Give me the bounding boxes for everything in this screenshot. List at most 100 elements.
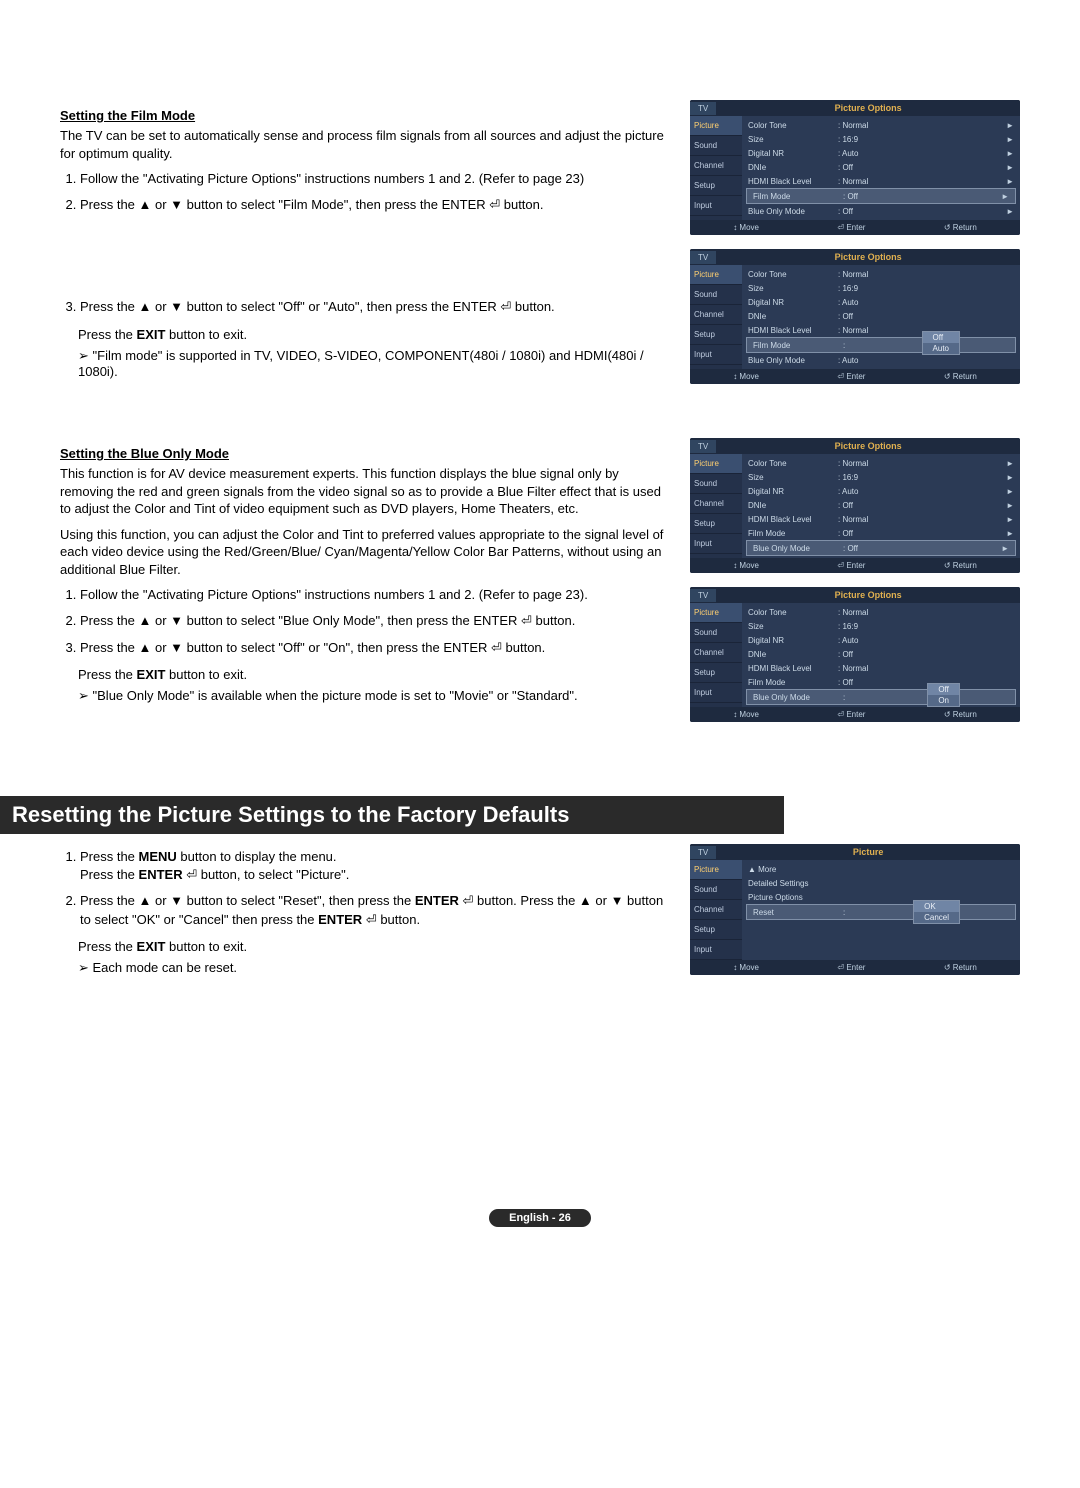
osd-row-value: : Normal (838, 121, 1004, 130)
osd-side-item[interactable]: Picture (690, 860, 742, 880)
osd-side-item[interactable]: Input (690, 940, 742, 960)
osd-row-label: Film Mode (748, 529, 838, 538)
osd-footer-enter: ⏎ Enter (837, 372, 865, 381)
osd-side-item[interactable]: Input (690, 534, 742, 554)
exit-note: Press the EXIT button to exit. (78, 939, 670, 954)
osd-row-value: : 16:9 (838, 622, 1014, 631)
osd-footer-move: ↕ Move (733, 372, 759, 381)
chevron-right-icon: ► (999, 192, 1009, 201)
step-item: Press the ▲ or ▼ button to select "Off" … (80, 298, 670, 316)
intro-text: Using this function, you can adjust the … (60, 526, 670, 579)
osd-row-value: : Off (838, 163, 1004, 172)
osd-side-item[interactable]: Sound (690, 880, 742, 900)
osd-row-value: : Normal (838, 664, 1014, 673)
chevron-right-icon: ► (1004, 501, 1014, 510)
osd-side-item[interactable]: Input (690, 196, 742, 216)
osd-footer-move: ↕ Move (733, 963, 759, 972)
chevron-right-icon: ► (999, 544, 1009, 553)
section-title-film-mode: Setting the Film Mode (60, 108, 670, 123)
osd-row-label: DNIe (748, 312, 838, 321)
osd-side-item[interactable]: Channel (690, 900, 742, 920)
chevron-right-icon: ► (1004, 459, 1014, 468)
osd-side-item[interactable]: Sound (690, 623, 742, 643)
osd-row-label: Color Tone (748, 121, 838, 130)
osd-side-item[interactable]: Picture (690, 265, 742, 285)
heading-reset-defaults: Resetting the Picture Settings to the Fa… (0, 796, 784, 834)
osd-row-label: Film Mode (753, 192, 843, 201)
step-item: Press the ▲ or ▼ button to select "Film … (80, 196, 670, 214)
osd-row-selected[interactable]: Film Mode: Off► (746, 188, 1016, 204)
dropdown-option[interactable]: On (928, 695, 959, 706)
osd-side-item[interactable]: Setup (690, 325, 742, 345)
osd-side-item[interactable]: Sound (690, 474, 742, 494)
osd-row-value: : Off (838, 501, 1004, 510)
osd-side-item[interactable]: Setup (690, 920, 742, 940)
osd-footer-enter: ⏎ Enter (837, 223, 865, 232)
osd-side-item[interactable]: Input (690, 683, 742, 703)
osd-side-item[interactable]: Picture (690, 116, 742, 136)
osd-dropdown[interactable]: OK Cancel (913, 900, 960, 924)
steps-list: Follow the "Activating Picture Options" … (60, 170, 670, 214)
osd-row-label: Film Mode (748, 678, 838, 687)
osd-row-value: : Auto (838, 298, 1014, 307)
osd-panel-reset: TV Picture Picture Sound Channel Setup I… (690, 844, 1020, 975)
osd-row-label: Picture Options (748, 893, 838, 902)
osd-side-item[interactable]: Channel (690, 156, 742, 176)
step-item: Follow the "Activating Picture Options" … (80, 170, 670, 188)
osd-footer-return: ↺ Return (944, 963, 977, 972)
osd-row-value: : Auto (838, 356, 1014, 365)
osd-row-value: : Off (838, 207, 1004, 216)
section-title-blue-only: Setting the Blue Only Mode (60, 446, 670, 461)
osd-row-label: Size (748, 284, 838, 293)
osd-row-value: : 16:9 (838, 284, 1014, 293)
dropdown-option[interactable]: Cancel (914, 912, 959, 923)
dropdown-option[interactable]: Off (928, 684, 959, 695)
osd-row-value: : Off (838, 650, 1014, 659)
osd-side-item[interactable]: Sound (690, 136, 742, 156)
osd-row-label: Color Tone (748, 608, 838, 617)
osd-footer-enter: ⏎ Enter (837, 561, 865, 570)
osd-side-item[interactable]: Setup (690, 514, 742, 534)
page-number: English - 26 (489, 1209, 591, 1227)
osd-footer-return: ↺ Return (944, 561, 977, 570)
osd-row-label: ▲ More (748, 865, 838, 874)
osd-row-selected[interactable]: Blue Only Mode: Off► (746, 540, 1016, 556)
osd-side-item[interactable]: Channel (690, 305, 742, 325)
dropdown-option[interactable]: OK (914, 901, 959, 912)
osd-side-item[interactable]: Channel (690, 494, 742, 514)
osd-side-item[interactable]: Channel (690, 643, 742, 663)
osd-row-label: Detailed Settings (748, 879, 838, 888)
osd-row-value: : Normal (838, 270, 1014, 279)
exit-note: Press the EXIT button to exit. (78, 667, 670, 682)
step-item: Press the MENU button to display the men… (80, 848, 670, 884)
osd-side-item[interactable]: Sound (690, 285, 742, 305)
osd-row-selected[interactable]: Reset: (746, 904, 1016, 920)
osd-side-item[interactable]: Setup (690, 663, 742, 683)
osd-panel-blue-only: TV Picture Options Picture Sound Channel… (690, 438, 1020, 573)
osd-row-label: Blue Only Mode (753, 544, 843, 553)
osd-row-label: Digital NR (748, 487, 838, 496)
osd-dropdown[interactable]: Off On (927, 683, 960, 707)
osd-sidebar: Picture Sound Channel Setup Input (690, 116, 742, 220)
osd-tv-label: TV (690, 846, 716, 859)
osd-row-selected[interactable]: Film Mode: (746, 337, 1016, 353)
chevron-right-icon: ► (1004, 207, 1014, 216)
osd-side-item[interactable]: Input (690, 345, 742, 365)
osd-side-item[interactable]: Picture (690, 454, 742, 474)
osd-tv-label: TV (690, 440, 716, 453)
osd-row-value: : Off (843, 544, 999, 553)
osd-footer-move: ↕ Move (733, 710, 759, 719)
osd-side-item[interactable]: Setup (690, 176, 742, 196)
osd-row-selected[interactable]: Blue Only Mode: (746, 689, 1016, 705)
dropdown-option[interactable]: Auto (923, 343, 959, 354)
osd-row-label: DNIe (748, 163, 838, 172)
dropdown-option[interactable]: Off (923, 332, 959, 343)
osd-row-label: HDMI Black Level (748, 664, 838, 673)
osd-row-label: Digital NR (748, 149, 838, 158)
osd-row-label: DNIe (748, 501, 838, 510)
osd-dropdown[interactable]: Off Auto (922, 331, 960, 355)
osd-row-label: Film Mode (753, 341, 843, 350)
osd-tv-label: TV (690, 251, 716, 264)
chevron-right-icon: ► (1004, 121, 1014, 130)
osd-side-item[interactable]: Picture (690, 603, 742, 623)
